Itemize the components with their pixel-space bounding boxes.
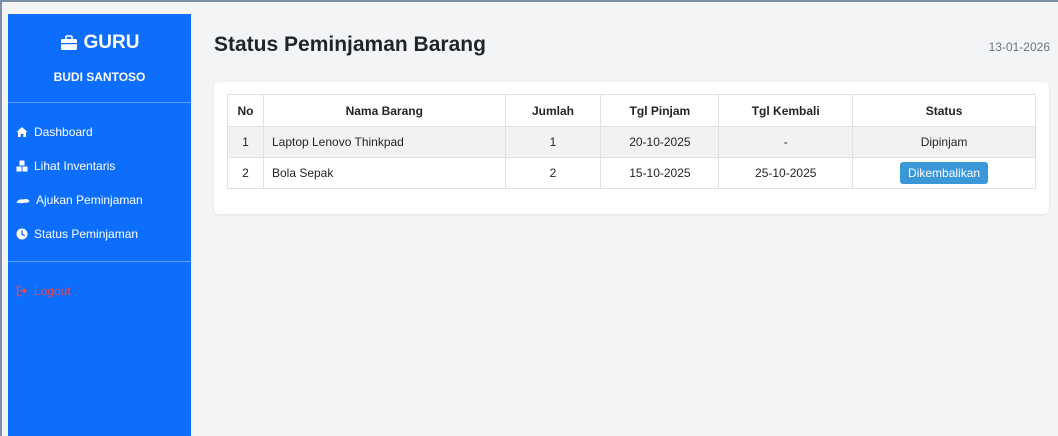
cell-jumlah: 2 <box>504 157 602 189</box>
boxes-icon <box>16 160 28 172</box>
sidebar-divider <box>8 261 191 262</box>
sidebar-divider <box>8 102 191 103</box>
sidebar: GURU BUDI SANTOSO Dashboard Lihat Invent… <box>8 14 191 436</box>
column-header-nama-barang: Nama Barang <box>262 94 506 127</box>
cell-nama-barang: Laptop Lenovo Thinkpad <box>262 126 506 158</box>
loan-status-table: No Nama Barang Jumlah Tgl Pinjam Tgl Kem… <box>227 94 1036 189</box>
page-title: Status Peminjaman Barang <box>214 33 486 56</box>
sidebar-item-status[interactable]: Status Peminjaman <box>8 217 191 251</box>
column-header-tgl-kembali: Tgl Kembali <box>718 94 854 127</box>
column-header-no: No <box>227 94 264 127</box>
sidebar-item-label: Lihat Inventaris <box>34 159 116 173</box>
cell-jumlah: 1 <box>504 126 602 158</box>
cell-tgl-kembali: - <box>718 126 854 158</box>
clock-icon <box>16 228 28 240</box>
cell-tgl-pinjam: 20-10-2025 <box>600 126 720 158</box>
sidebar-item-inventaris[interactable]: Lihat Inventaris <box>8 149 191 183</box>
home-icon <box>16 127 28 137</box>
column-header-status: Status <box>852 94 1036 127</box>
sidebar-item-ajukan[interactable]: Ajukan Peminjaman <box>8 183 191 217</box>
cell-status: Dikembalikan <box>852 157 1036 189</box>
cell-tgl-pinjam: 15-10-2025 <box>600 157 720 189</box>
table-row: 2 Bola Sepak 2 15-10-2025 25-10-2025 Dik… <box>227 157 1036 189</box>
cell-no: 1 <box>227 126 264 158</box>
cell-status: Dipinjam <box>852 126 1036 158</box>
logout-icon <box>16 285 27 297</box>
sidebar-item-dashboard[interactable]: Dashboard <box>8 115 191 149</box>
current-date: 13-01-2026 <box>988 40 1050 54</box>
logout-link[interactable]: Logout <box>8 274 191 308</box>
column-header-jumlah: Jumlah <box>504 94 602 127</box>
brand: GURU <box>8 14 191 54</box>
logout-label: Logout <box>34 284 71 298</box>
brand-label: GURU <box>83 32 140 53</box>
sidebar-item-label: Ajukan Peminjaman <box>36 193 143 207</box>
status-card: No Nama Barang Jumlah Tgl Pinjam Tgl Kem… <box>214 82 1049 214</box>
sidebar-item-label: Dashboard <box>34 125 93 139</box>
briefcase-icon <box>60 35 77 50</box>
cell-nama-barang: Bola Sepak <box>262 157 506 189</box>
sidebar-item-label: Status Peminjaman <box>34 227 139 241</box>
sidebar-nav: Dashboard Lihat Inventaris Ajukan Peminj… <box>8 115 191 251</box>
table-header-row: No Nama Barang Jumlah Tgl Pinjam Tgl Kem… <box>227 94 1036 127</box>
table-row: 1 Laptop Lenovo Thinkpad 1 20-10-2025 - … <box>227 126 1036 158</box>
cell-no: 2 <box>227 157 264 189</box>
column-header-tgl-pinjam: Tgl Pinjam <box>600 94 720 127</box>
user-name: BUDI SANTOSO <box>53 70 146 84</box>
cell-tgl-kembali: 25-10-2025 <box>718 157 854 189</box>
status-button[interactable]: Dikembalikan <box>900 162 989 184</box>
handshake-icon <box>16 199 30 204</box>
